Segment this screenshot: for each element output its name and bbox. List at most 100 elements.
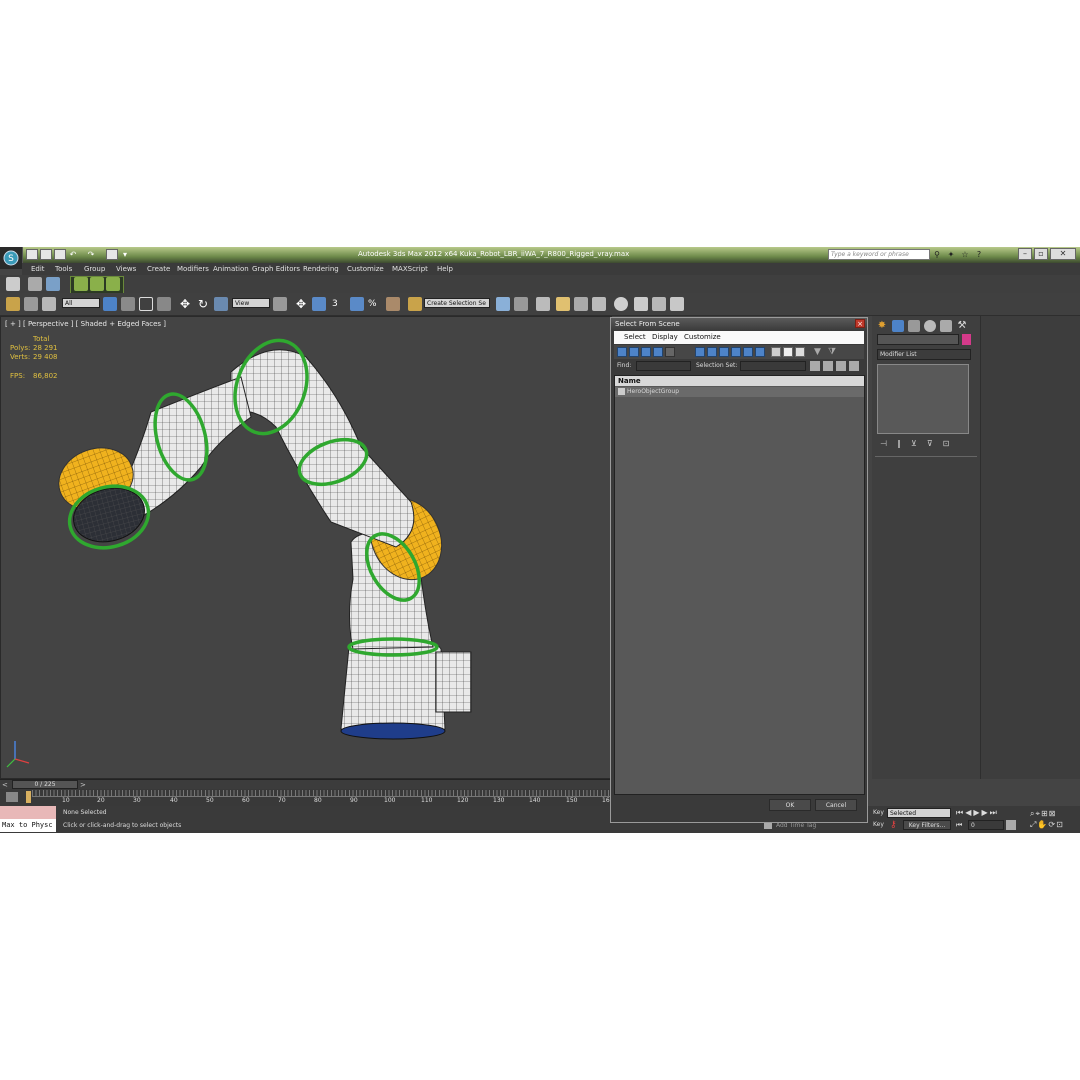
modify-tab-icon[interactable] xyxy=(892,320,904,332)
key-filters-button[interactable]: Key Filters... xyxy=(903,820,951,830)
keyboard-shortcut-icon[interactable] xyxy=(312,297,326,311)
select-none-icon[interactable] xyxy=(783,347,793,357)
schematic-view-icon[interactable] xyxy=(592,297,606,311)
display-frozen-icon[interactable] xyxy=(755,347,765,357)
select-children-icon[interactable] xyxy=(836,361,846,371)
dialog-menu-select[interactable]: Select xyxy=(624,331,646,344)
edit-named-selection-icon[interactable] xyxy=(408,297,422,311)
filter-icon[interactable]: ▼ xyxy=(814,347,824,357)
reference-coord-dropdown[interactable]: View xyxy=(232,298,270,308)
display-cameras-icon[interactable] xyxy=(653,347,663,357)
robot-arm-model[interactable] xyxy=(1,317,611,778)
display-helpers-icon[interactable] xyxy=(665,347,675,357)
select-influences-icon[interactable] xyxy=(849,361,859,371)
scene-object-list[interactable]: Name HeroObjectGroup xyxy=(614,375,865,795)
select-link-icon[interactable] xyxy=(6,297,20,311)
playback-controls[interactable]: ⏮◀▶▶⏭ xyxy=(956,808,1026,818)
bind-icon[interactable] xyxy=(106,277,120,291)
window-crossing-icon[interactable] xyxy=(157,297,171,311)
menu-help[interactable]: Help xyxy=(437,263,453,275)
search-input[interactable]: Type a keyword or phrase xyxy=(828,249,930,260)
cancel-button[interactable]: Cancel xyxy=(815,799,857,811)
layer-manager-icon[interactable] xyxy=(536,297,550,311)
help-icon[interactable]: ? xyxy=(974,249,984,260)
mirror-icon[interactable] xyxy=(496,297,510,311)
bind-space-warp-icon[interactable] xyxy=(42,297,56,311)
display-shapes-icon[interactable] xyxy=(629,347,639,357)
open-file-icon[interactable] xyxy=(40,249,52,260)
menu-rendering[interactable]: Rendering xyxy=(303,263,339,275)
menu-customize[interactable]: Customize xyxy=(347,263,384,275)
select-dependents-icon[interactable] xyxy=(823,361,833,371)
redo-icon[interactable]: ↷ xyxy=(86,249,96,260)
menu-create[interactable]: Create xyxy=(147,263,170,275)
ok-button[interactable]: OK xyxy=(769,799,811,811)
list-item[interactable]: HeroObjectGroup xyxy=(615,387,864,397)
menu-group[interactable]: Group xyxy=(84,263,105,275)
modifier-stack[interactable] xyxy=(877,364,969,434)
next-frame-icon[interactable]: > xyxy=(80,781,88,789)
angle-snap-icon[interactable] xyxy=(350,297,364,311)
percent-snap-icon[interactable]: % xyxy=(368,297,382,311)
binoculars-icon[interactable]: ⚲ xyxy=(932,249,942,260)
menu-modifiers[interactable]: Modifiers xyxy=(177,263,209,275)
time-config-icon[interactable] xyxy=(1006,820,1016,830)
rendered-frame-icon[interactable] xyxy=(652,297,666,311)
curve-editor-icon[interactable] xyxy=(574,297,588,311)
display-groups-icon[interactable] xyxy=(707,347,717,357)
chevron-down-icon[interactable]: ▾ xyxy=(120,249,130,260)
tools-icon[interactable]: ✦ xyxy=(946,249,956,260)
display-xrefs-icon[interactable] xyxy=(719,347,729,357)
display-bones-icon[interactable] xyxy=(731,347,741,357)
display-geometry-icon[interactable] xyxy=(617,347,627,357)
time-slider-thumb[interactable]: 0 / 225 xyxy=(12,780,78,789)
render-setup-icon[interactable] xyxy=(634,297,648,311)
snaps-toggle-icon[interactable]: 3 xyxy=(332,297,346,311)
star-icon[interactable]: ☆ xyxy=(960,249,970,260)
select-invert-icon[interactable] xyxy=(795,347,805,357)
sync-selection-icon[interactable] xyxy=(810,361,820,371)
restore-button[interactable]: ▫ xyxy=(1034,248,1048,260)
unlink-icon[interactable] xyxy=(90,277,104,291)
track-bar[interactable]: 10 20 30 40 50 60 70 80 90 100 110 120 1… xyxy=(0,789,612,806)
dialog-menu-customize[interactable]: Customize xyxy=(684,331,721,344)
pivot-center-icon[interactable] xyxy=(273,297,287,311)
object-name-field[interactable] xyxy=(877,334,959,345)
viewport-navigation-controls[interactable]: ⌕⌖⊞⊠ ⤢✋⟳⊡ xyxy=(1030,808,1078,830)
menu-edit[interactable]: Edit xyxy=(31,263,45,275)
prev-frame-icon[interactable]: < xyxy=(2,781,10,789)
key-selection-dropdown[interactable]: Selected xyxy=(887,808,951,818)
rectangular-selection-icon[interactable] xyxy=(139,297,153,311)
named-selection-dropdown[interactable]: Create Selection Se xyxy=(424,298,490,308)
stack-controls[interactable]: ⊣‖⊻⊽⊡ xyxy=(880,439,970,449)
display-lights-icon[interactable] xyxy=(641,347,651,357)
dialog-title-bar[interactable]: Select From Scene × xyxy=(611,318,867,330)
app-logo[interactable]: S xyxy=(0,247,23,269)
menu-tools[interactable]: Tools xyxy=(55,263,72,275)
hierarchy-tab-icon[interactable] xyxy=(908,320,920,332)
minimize-button[interactable]: – xyxy=(1018,248,1032,260)
mini-curve-editor-icon[interactable] xyxy=(6,792,18,802)
display-spacewarps-icon[interactable] xyxy=(695,347,705,357)
create-tab-icon[interactable]: ✸ xyxy=(876,320,888,332)
select-manipulate-icon[interactable]: ✥ xyxy=(294,297,308,311)
align-icon[interactable] xyxy=(514,297,528,311)
select-by-name-icon[interactable] xyxy=(121,297,135,311)
move-icon[interactable]: ✥ xyxy=(178,297,192,311)
container-icon[interactable] xyxy=(6,277,20,291)
material-editor-icon[interactable] xyxy=(614,297,628,311)
key-icon[interactable]: ⚷ xyxy=(890,820,900,830)
graphite-tools-icon[interactable] xyxy=(556,297,570,311)
filter-options-icon[interactable]: ⧩ xyxy=(828,347,838,357)
key-mode-icon[interactable]: ⏮ xyxy=(956,820,966,830)
list-header-name[interactable]: Name xyxy=(615,376,864,386)
close-window-button[interactable]: ✕ xyxy=(1050,248,1076,260)
maxscript-listener[interactable]: Max to Physc xyxy=(0,819,56,832)
dialog-menu-display[interactable]: Display xyxy=(652,331,678,344)
project-folder-icon[interactable] xyxy=(106,249,118,260)
select-all-icon[interactable] xyxy=(771,347,781,357)
selection-filter-dropdown[interactable]: All xyxy=(62,298,100,308)
dialog-close-button[interactable]: × xyxy=(855,319,865,328)
menu-animation[interactable]: Animation xyxy=(213,263,249,275)
undo-icon[interactable]: ↶ xyxy=(68,249,78,260)
